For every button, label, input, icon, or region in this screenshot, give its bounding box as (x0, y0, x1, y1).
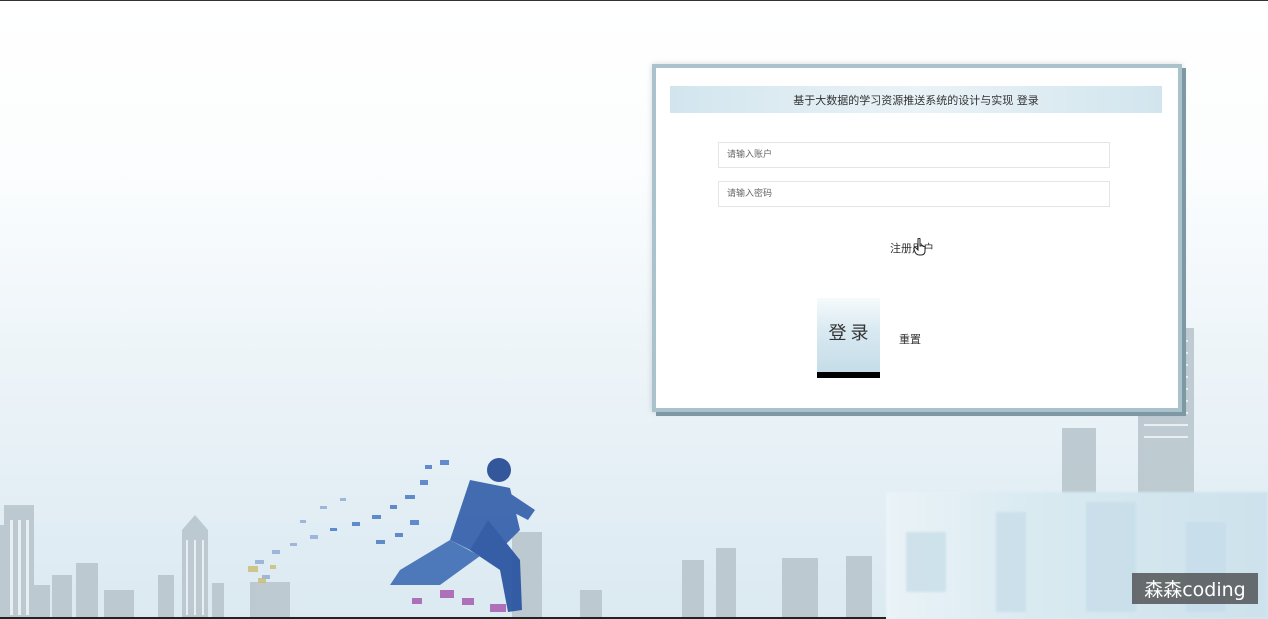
password-input[interactable] (718, 181, 1110, 207)
register-link[interactable]: 注册用户 (890, 240, 934, 256)
hand-pointer-cursor-icon (913, 238, 926, 256)
reset-button[interactable]: 重置 (899, 331, 921, 347)
login-button[interactable]: 登录 (817, 298, 880, 378)
watermark: 森森coding (1132, 573, 1258, 604)
runner-figure (248, 458, 535, 612)
username-input[interactable] (718, 142, 1110, 168)
login-title: 基于大数据的学习资源推送系统的设计与实现 登录 (670, 86, 1162, 113)
login-card: 基于大数据的学习资源推送系统的设计与实现 登录 注册用户 登录 重置 (652, 64, 1182, 412)
